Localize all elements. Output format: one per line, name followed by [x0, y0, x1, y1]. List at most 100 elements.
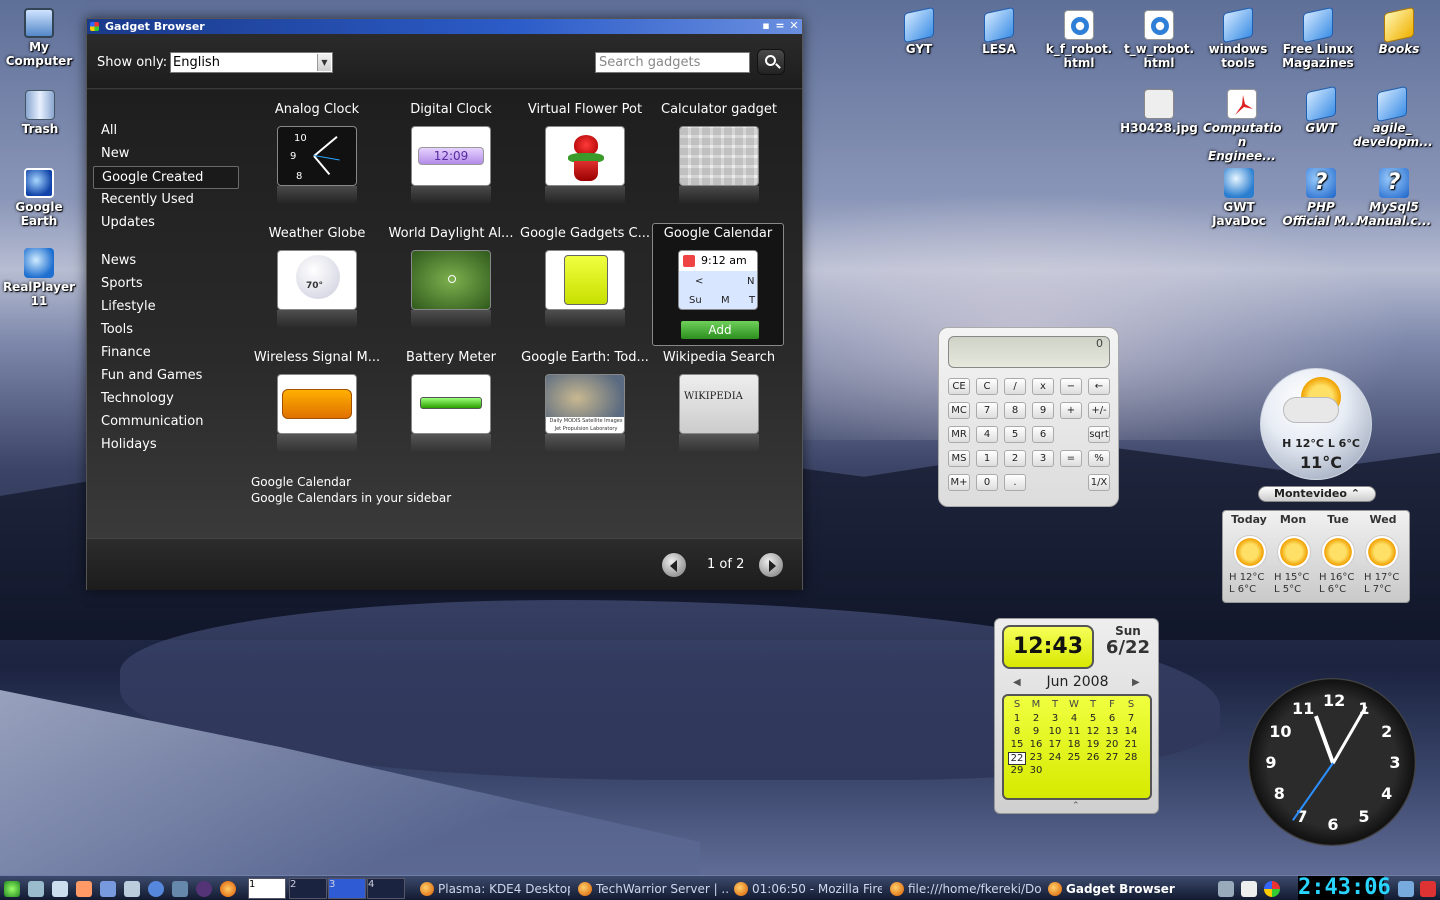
collapse-icon[interactable]: ⌃: [1072, 801, 1080, 811]
calculator-key[interactable]: C: [976, 378, 998, 395]
chevron-down-icon[interactable]: ▼: [317, 54, 331, 71]
desktop-icon-computation-engineering[interactable]: Computatio n Enginee...: [1203, 89, 1282, 163]
calendar-day[interactable]: 21: [1122, 739, 1140, 750]
desktop-icon-agile-development[interactable]: agile_ developm...: [1353, 85, 1433, 149]
calendar-day[interactable]: 6: [1103, 713, 1121, 724]
calendar-day[interactable]: 29: [1008, 765, 1026, 776]
gadget-tile-google-earth-today[interactable]: Google Earth: Tod... Daily MODIS Satelli…: [519, 348, 651, 470]
previous-page-button[interactable]: [661, 552, 687, 578]
calculator-key[interactable]: −: [1060, 378, 1082, 395]
calculator-key[interactable]: CE: [948, 378, 970, 395]
search-input[interactable]: Search gadgets: [595, 52, 750, 73]
desktop-icon-windows-tools[interactable]: windows tools: [1199, 6, 1277, 70]
desktop-icon-k-f-robot[interactable]: k_f_robot. html: [1040, 10, 1118, 70]
desktop-icon-php-manual[interactable]: ? PHP Official M...: [1282, 168, 1360, 228]
category-updates[interactable]: Updates: [93, 212, 239, 235]
desktop-icon-gyt[interactable]: GYT: [880, 6, 958, 56]
close-icon[interactable]: ✕: [788, 20, 800, 32]
category-communication[interactable]: Communication: [93, 411, 239, 434]
task-techwarrior[interactable]: TechWarrior Server | ...: [576, 880, 728, 898]
calendar-day[interactable]: 25: [1065, 752, 1083, 763]
calendar-day[interactable]: 14: [1122, 726, 1140, 737]
settings-icon[interactable]: [124, 881, 140, 897]
window-titlebar[interactable]: Gadget Browser ▪ = ✕: [87, 19, 802, 34]
next-month-icon[interactable]: ▶: [1132, 677, 1140, 688]
desktop-icon-realplayer[interactable]: RealPlayer 11: [0, 248, 78, 308]
lock-screen-icon[interactable]: [1398, 881, 1414, 897]
calendar-day[interactable]: 4: [1065, 713, 1083, 724]
weather-city[interactable]: Montevideo ⌃: [1258, 486, 1376, 502]
calculator-key[interactable]: /: [1004, 378, 1026, 395]
category-recently-used[interactable]: Recently Used: [93, 189, 239, 212]
category-all[interactable]: All: [93, 120, 239, 143]
category-sports[interactable]: Sports: [93, 273, 239, 296]
calendar-day[interactable]: 26: [1084, 752, 1102, 763]
calendar-day[interactable]: 18: [1065, 739, 1083, 750]
calendar-day[interactable]: 11: [1065, 726, 1083, 737]
calculator-key[interactable]: MC: [948, 402, 970, 419]
desktop-icon-lesa[interactable]: LESA: [960, 6, 1038, 56]
calculator-key[interactable]: sqrt: [1088, 426, 1110, 443]
category-news[interactable]: News: [93, 250, 239, 273]
category-fun-and-games[interactable]: Fun and Games: [93, 365, 239, 388]
calendar-day[interactable]: 2: [1027, 713, 1045, 724]
clock-calendar-gadget[interactable]: 12:43 Sun 6/22 ◀ Jun 2008 ▶ SMTWTFS12345…: [994, 618, 1159, 814]
network-icon[interactable]: [172, 881, 188, 897]
gadget-tile-google-gadgets-calendar[interactable]: Google Gadgets C...: [519, 224, 651, 346]
volume-icon[interactable]: [1218, 881, 1234, 897]
calendar-day[interactable]: 27: [1103, 752, 1121, 763]
calculator-key[interactable]: M+: [948, 474, 970, 491]
desktop-icon-mysql-manual[interactable]: ? MySql5 Manual.c...: [1355, 168, 1433, 228]
calculator-key[interactable]: MS: [948, 450, 970, 467]
gadget-tile-analog-clock[interactable]: Analog Clock 10 9 8: [251, 100, 383, 222]
window-menu-icon[interactable]: ▪: [760, 20, 772, 32]
calendar-day[interactable]: 1: [1008, 713, 1026, 724]
chevron-up-icon[interactable]: ⌃: [1351, 487, 1360, 500]
add-gadget-button[interactable]: Add: [681, 321, 759, 339]
desktop-icon-my-computer[interactable]: My Computer: [0, 8, 78, 68]
gadget-tile-google-calendar[interactable]: Google Calendar 9:12 am < N Su M T Add: [652, 223, 784, 346]
gadget-tile-virtual-flower-pot[interactable]: Virtual Flower Pot: [519, 100, 651, 222]
gadget-tile-calculator[interactable]: Calculator gadget: [653, 100, 785, 222]
desktop-icon-google-earth[interactable]: Google Earth: [0, 168, 78, 228]
media-icon[interactable]: [196, 881, 212, 897]
category-lifestyle[interactable]: Lifestyle: [93, 296, 239, 319]
calculator-key[interactable]: 0: [976, 474, 998, 491]
calculator-key[interactable]: 1/X: [1088, 474, 1110, 491]
desktop-pager-2[interactable]: 2: [289, 878, 327, 899]
calculator-key[interactable]: 7: [976, 402, 998, 419]
analog-clock-gadget[interactable]: 121234567891011: [1248, 678, 1416, 846]
klipper-icon[interactable]: [1241, 881, 1257, 897]
desktop-icon-books[interactable]: Books: [1360, 6, 1438, 56]
calendar-day[interactable]: 12: [1084, 726, 1102, 737]
calendar-day[interactable]: 28: [1122, 752, 1140, 763]
calendar-day[interactable]: 8: [1008, 726, 1026, 737]
calendar-day[interactable]: 24: [1046, 752, 1064, 763]
calculator-key[interactable]: 9: [1032, 402, 1054, 419]
category-new[interactable]: New: [93, 143, 239, 166]
calculator-key[interactable]: 3: [1032, 450, 1054, 467]
calculator-key[interactable]: ←: [1088, 378, 1110, 395]
calendar-day[interactable]: 30: [1027, 765, 1045, 776]
calculator-key[interactable]: .: [1004, 474, 1026, 491]
task-firefox[interactable]: 01:06:50 - Mozilla Firef...: [732, 880, 882, 898]
calculator-key[interactable]: MR: [948, 426, 970, 443]
desktop-icon-gwt[interactable]: GWT: [1282, 85, 1360, 135]
calendar-day[interactable]: 19: [1084, 739, 1102, 750]
task-gadget-browser[interactable]: Gadget Browser: [1046, 880, 1196, 898]
calendar-day[interactable]: 23: [1027, 752, 1045, 763]
desktop-icon-gwt-javadoc[interactable]: GWT JavaDoc: [1200, 168, 1278, 228]
search-button[interactable]: [757, 49, 785, 75]
calendar-day[interactable]: 10: [1046, 726, 1064, 737]
next-page-button[interactable]: [758, 552, 784, 578]
calendar-day[interactable]: 5: [1084, 713, 1102, 724]
gadget-tile-battery-meter[interactable]: Battery Meter: [385, 348, 517, 470]
desktop-pager-3[interactable]: 3: [328, 878, 366, 899]
kde-menu-icon[interactable]: [4, 881, 20, 897]
calendar-day[interactable]: 3: [1046, 713, 1064, 724]
category-finance[interactable]: Finance: [93, 342, 239, 365]
calculator-key[interactable]: 5: [1004, 426, 1026, 443]
calendar-day[interactable]: 20: [1103, 739, 1121, 750]
globe-icon[interactable]: [148, 881, 164, 897]
text-editor-icon[interactable]: [100, 881, 116, 897]
